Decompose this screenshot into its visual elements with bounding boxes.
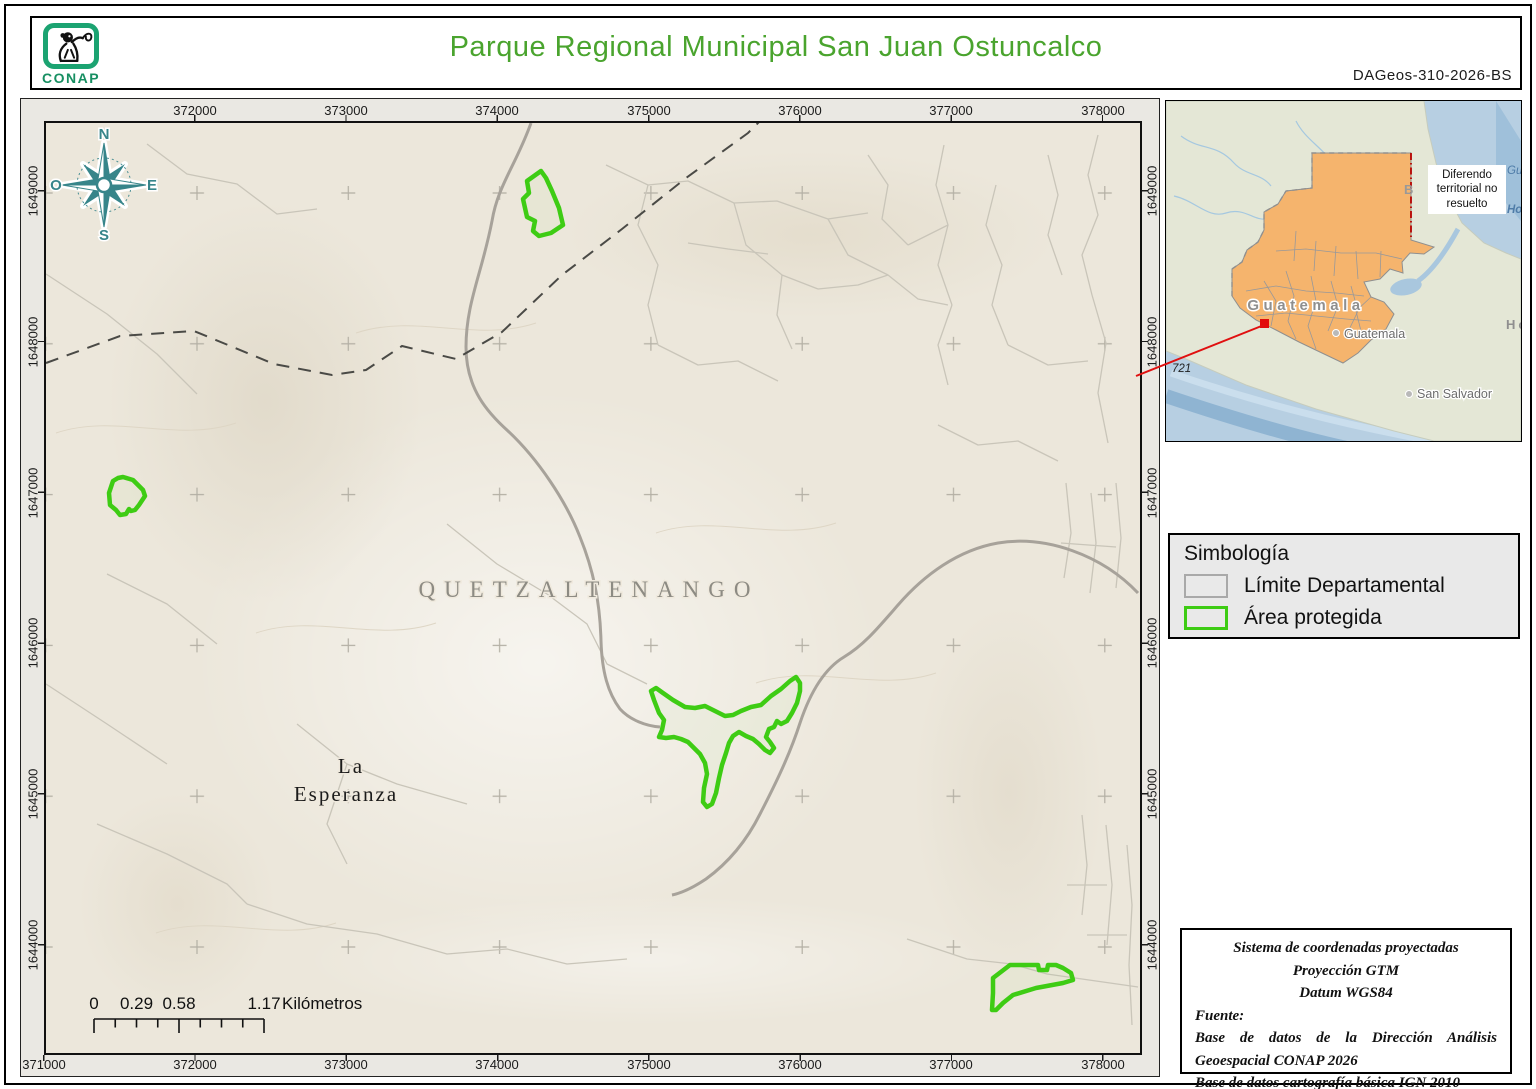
note-line: Diferendo xyxy=(1442,169,1492,181)
gulf-label-2: Gu xyxy=(1507,165,1521,177)
conap-logo: CONAP xyxy=(40,23,102,86)
park-location-marker xyxy=(1260,319,1269,328)
capital-city-dot xyxy=(1333,330,1340,337)
capital-city-label: Guatemala xyxy=(1344,327,1405,341)
svg-text:0.58: 0.58 xyxy=(162,994,195,1013)
svg-text:Kilómetros: Kilómetros xyxy=(282,994,362,1013)
protected-area-swatch xyxy=(1184,606,1228,630)
svg-text:1.17: 1.17 xyxy=(247,994,280,1013)
legend-item-label: Límite Departamental xyxy=(1244,574,1445,598)
datum-line: Datum WGS84 xyxy=(1195,982,1497,1005)
country-label: Guatemala xyxy=(1247,297,1364,314)
san-salvador-dot xyxy=(1406,391,1413,398)
conap-logo-emblem xyxy=(43,23,99,69)
map-canvas: QUETZALTENANGO La Esperanza xyxy=(44,121,1142,1055)
legend: Simbología Límite Departamental Área pro… xyxy=(1168,533,1520,639)
svg-text:Esperanza: Esperanza xyxy=(294,782,398,806)
grid-ticks-bottom xyxy=(43,1055,1105,1061)
ref-number-label: 721 xyxy=(1172,363,1191,375)
map-layers: QUETZALTENANGO La Esperanza xyxy=(46,123,1140,1053)
department-label: QUETZALTENANGO xyxy=(418,577,759,602)
legend-item-protected-area: Área protegida xyxy=(1184,606,1504,630)
svg-text:0.29: 0.29 xyxy=(120,994,153,1013)
svg-text:La: La xyxy=(338,754,364,778)
document-code: DAGeos-310-2026-BS xyxy=(1353,67,1512,84)
legend-item-departmental-limit: Límite Departamental xyxy=(1184,574,1504,598)
svg-text:0: 0 xyxy=(89,994,98,1013)
compass-e-label: E xyxy=(147,177,157,194)
source-line-2: Base de datos cartografía básica IGN 201… xyxy=(1195,1072,1497,1089)
inset-locator-map: B Guatemala Guatemala San Salvador 721 H… xyxy=(1165,100,1522,442)
territorial-note-box: Diferendo territorial no resuelto xyxy=(1428,165,1506,214)
projection-line: Proyección GTM xyxy=(1195,960,1497,983)
legend-item-label: Área protegida xyxy=(1244,606,1382,630)
map-document-page: CONAP Parque Regional Municipal San Juan… xyxy=(0,0,1536,1089)
monkey-icon xyxy=(49,28,93,64)
gulf-honduras-label: Hond xyxy=(1507,204,1521,216)
coordinate-system-line: Sistema de coordenadas proyectadas xyxy=(1195,937,1497,960)
honduras-label: Ho xyxy=(1506,317,1521,332)
san-salvador-label: San Salvador xyxy=(1417,387,1492,401)
map-frame: 372000 373000 374000 375000 376000 37700… xyxy=(20,98,1160,1077)
header: CONAP Parque Regional Municipal San Juan… xyxy=(30,16,1522,90)
compass-o-label: O xyxy=(50,177,62,194)
page-title: Parque Regional Municipal San Juan Ostun… xyxy=(450,31,1103,64)
note-line: territorial no xyxy=(1437,183,1498,195)
compass-n-label: N xyxy=(99,126,110,143)
note-line: resuelto xyxy=(1447,198,1488,210)
belize-label: B xyxy=(1404,182,1413,197)
compass-s-label: S xyxy=(99,227,109,244)
departmental-limit-swatch xyxy=(1184,574,1228,598)
source-heading: Fuente: xyxy=(1195,1005,1497,1028)
inset-map-layers: B Guatemala Guatemala San Salvador 721 H… xyxy=(1166,101,1521,441)
legend-title: Simbología xyxy=(1184,542,1504,566)
credits-box: Sistema de coordenadas proyectadas Proye… xyxy=(1180,928,1512,1074)
conap-logo-text: CONAP xyxy=(40,70,102,86)
grid-ticks-right xyxy=(1142,190,1148,947)
source-line-1: Base de datos de la Dirección Análisis G… xyxy=(1195,1027,1497,1072)
